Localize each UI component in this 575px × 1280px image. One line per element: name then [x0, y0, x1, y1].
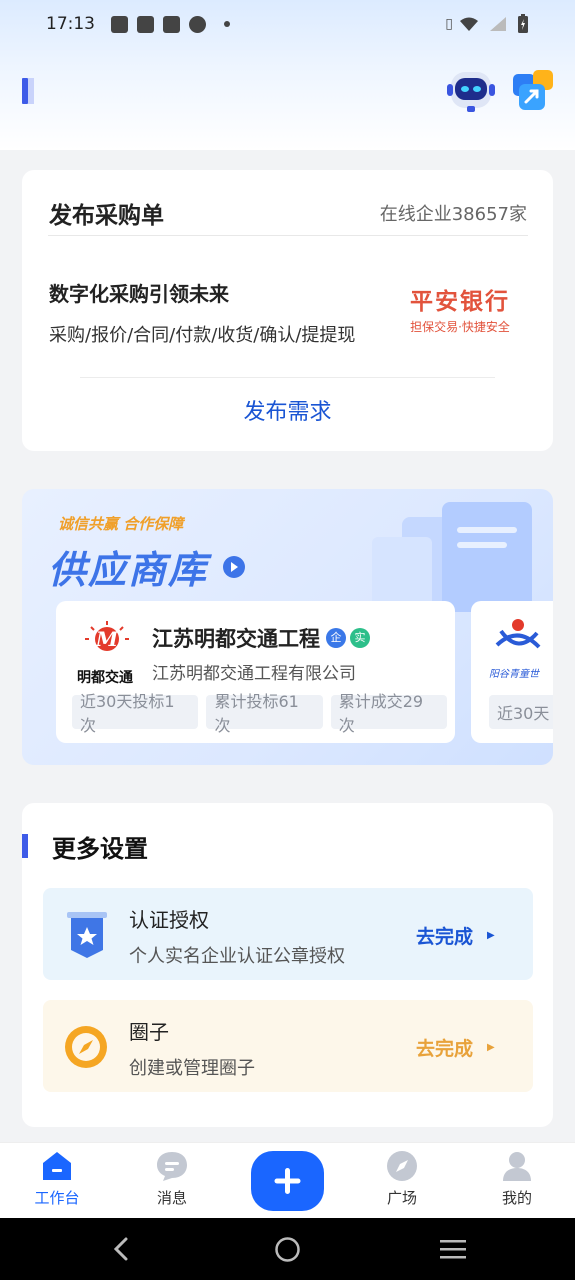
nav-workbench[interactable]: 工作台: [17, 1148, 97, 1212]
back-icon[interactable]: [110, 1236, 132, 1262]
supplier-name: 江苏明都交通工程: [152, 627, 320, 651]
supplier-stats: 近30天投标1次 累计投标61次 累计成交29次: [72, 692, 455, 735]
mingdu-logo-icon: M: [85, 621, 129, 651]
notification-icon: [163, 15, 180, 33]
divider: [80, 377, 495, 378]
supplier-banner: 诚信共赢 合作保障 供应商库 M 明都交通 江苏明都交通工程 企 实 江苏明都交…: [22, 489, 553, 765]
svg-text:M: M: [95, 627, 119, 651]
bank-name: 平安银行: [410, 289, 510, 315]
notification-icon: [111, 15, 128, 33]
nav-label: 消息: [156, 1189, 187, 1207]
verified-badge: 实: [350, 628, 370, 648]
status-time: 17:13: [46, 14, 95, 34]
enterprise-badge: 企: [326, 628, 346, 648]
certificate-icon: [67, 912, 107, 958]
home-icon: [43, 1152, 71, 1180]
header-accent-bar-light: [28, 78, 34, 104]
robot-assistant-button[interactable]: [445, 66, 497, 114]
go-complete-label: 去完成: [416, 926, 474, 948]
supplier-slogan: 诚信共赢 合作保障: [58, 515, 184, 533]
bank-logo: 平安银行 担保交易·快捷安全: [400, 282, 520, 335]
logo-text: 明都交通: [77, 670, 133, 686]
battery-icon: [518, 14, 528, 33]
chat-icon: [157, 1152, 187, 1181]
go-complete-label: 去完成: [416, 1038, 474, 1060]
nav-label: 广场: [386, 1189, 417, 1207]
stat-tag: 近30天: [489, 695, 553, 729]
supplier-card[interactable]: 阳谷青童世 近30天: [471, 601, 553, 743]
setting-desc: 个人实名企业认证公章授权: [129, 946, 345, 967]
purchase-card: 发布采购单 在线企业38657家 数字化采购引领未来 采购/报价/合同/付款/收…: [22, 170, 553, 451]
robot-icon: [447, 72, 495, 112]
supplier-logo-icon: [495, 619, 541, 649]
online-count: 在线企业38657家: [379, 204, 527, 225]
home-circle-icon[interactable]: [274, 1236, 301, 1263]
nav-label: 我的: [501, 1189, 532, 1207]
caret-right-icon: ▶: [487, 1042, 495, 1053]
logo-text: 阳谷青童世: [489, 669, 539, 680]
compass-status-icon: [189, 15, 206, 33]
supplier-name-row: 江苏明都交通工程 企 实: [152, 623, 370, 653]
vibrate-icon: ▯: [445, 16, 453, 32]
purchase-headline: 数字化采购引领未来: [49, 282, 229, 306]
publish-demand-button[interactable]: 发布需求: [22, 394, 553, 426]
apps-share-icon: [513, 70, 553, 110]
compass-nav-icon: [387, 1151, 417, 1181]
menu-icon[interactable]: [440, 1238, 466, 1260]
supplier-title[interactable]: 供应商库: [48, 539, 246, 594]
stat-tag: 近30天投标1次: [72, 692, 199, 735]
status-bar: 17:13 ▯: [0, 0, 575, 48]
nav-label: 工作台: [34, 1189, 80, 1207]
dot-icon: [224, 21, 230, 27]
wifi-icon: [460, 17, 478, 31]
setting-desc: 创建或管理圈子: [129, 1058, 255, 1079]
signal-icon: [490, 17, 506, 31]
bank-tagline: 担保交易·快捷安全: [410, 320, 510, 334]
settings-title: 更多设置: [52, 835, 148, 863]
go-complete-link[interactable]: 去完成 ▶: [416, 922, 495, 949]
go-complete-link[interactable]: 去完成 ▶: [416, 1034, 495, 1061]
divider: [48, 235, 528, 236]
supplier-full-name: 江苏明都交通工程有限公司: [152, 664, 356, 684]
section-accent-bar: [22, 834, 28, 858]
purchase-steps: 采购/报价/合同/付款/收货/确认/提提现: [49, 325, 356, 346]
nav-square[interactable]: 广场: [362, 1148, 442, 1212]
plus-icon: [274, 1168, 301, 1194]
settings-card: 更多设置 认证授权 个人实名企业认证公章授权 去完成 ▶ 圈子 创建或管理圈子 …: [22, 803, 553, 1127]
setting-title: 圈子: [129, 1020, 169, 1044]
nav-messages[interactable]: 消息: [132, 1148, 212, 1212]
publish-plus-button[interactable]: [251, 1151, 324, 1211]
caret-right-icon: ▶: [487, 930, 495, 941]
nav-mine[interactable]: 我的: [477, 1148, 557, 1212]
purchase-title: 发布采购单: [49, 203, 164, 229]
setting-title: 认证授权: [129, 908, 209, 932]
supplier-card[interactable]: M 明都交通 江苏明都交通工程 企 实 江苏明都交通工程有限公司 近30天投标1…: [56, 601, 455, 743]
compass-icon: [65, 1026, 107, 1068]
user-icon: [503, 1152, 531, 1181]
circle-setting-item[interactable]: 圈子 创建或管理圈子 去完成 ▶: [43, 1000, 533, 1092]
notification-icon: [137, 15, 154, 33]
arrow-right-circle-icon: [223, 555, 246, 578]
auth-setting-item[interactable]: 认证授权 个人实名企业认证公章授权 去完成 ▶: [43, 888, 533, 980]
stat-tag: 累计成交29次: [330, 692, 447, 735]
app-launcher-button[interactable]: [513, 70, 553, 110]
company-logo: M 明都交通: [70, 619, 140, 687]
supplier-library-title: 供应商库: [48, 548, 209, 592]
stat-tag: 累计投标61次: [206, 692, 323, 735]
